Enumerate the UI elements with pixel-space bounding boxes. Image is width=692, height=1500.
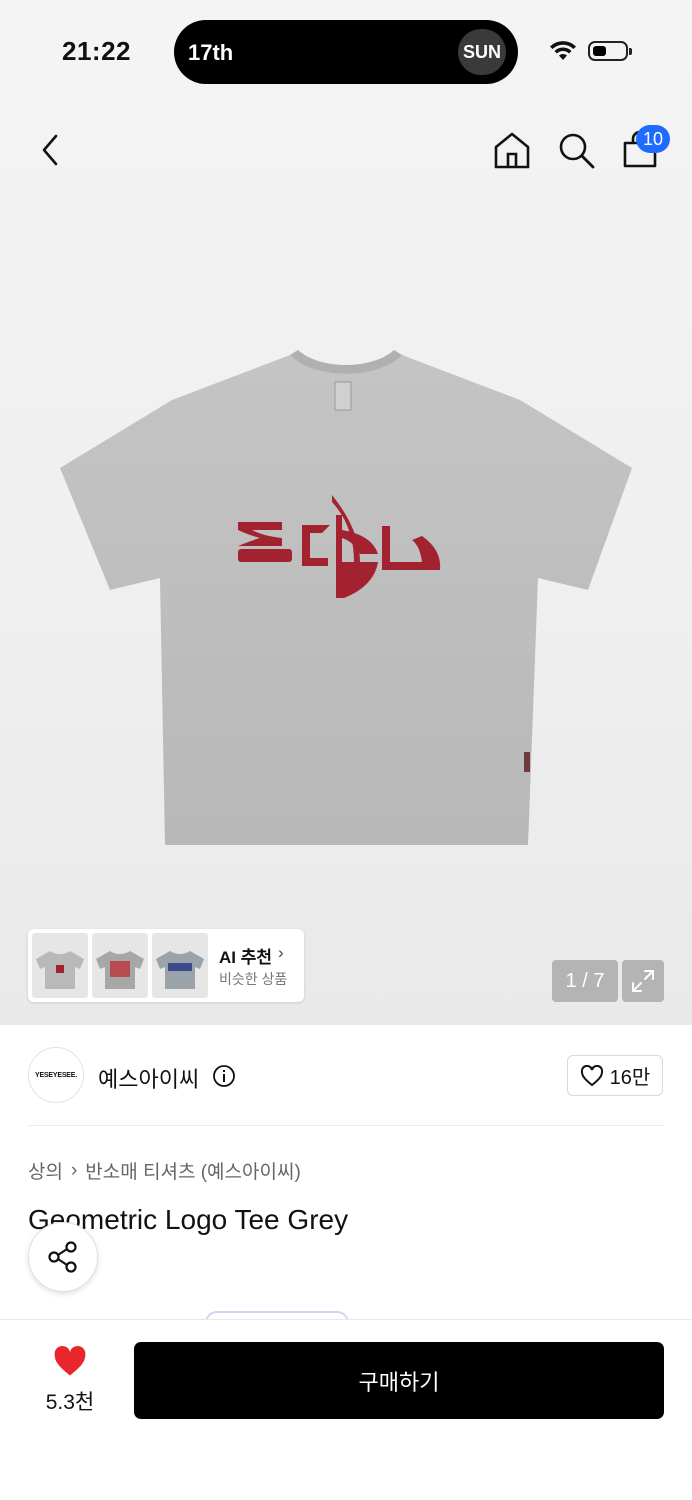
search-button[interactable] bbox=[554, 128, 598, 172]
thumbnail-3[interactable] bbox=[152, 933, 208, 998]
chevron-right-icon: › bbox=[278, 943, 284, 962]
thumbnail-2[interactable] bbox=[92, 933, 148, 998]
status-bar: 21:22 17th SUN bbox=[0, 0, 692, 100]
island-day-badge: SUN bbox=[458, 29, 506, 75]
brand-name[interactable]: 예스아이씨 bbox=[98, 1062, 199, 1094]
brand-like-count: 16만 bbox=[609, 1067, 651, 1089]
ai-recommend-title: AI 추천 bbox=[219, 948, 273, 967]
ai-recommend-subtitle: 비슷한 상품 bbox=[219, 971, 288, 987]
buy-button[interactable]: 구매하기 bbox=[134, 1342, 664, 1419]
chevron-left-icon bbox=[42, 134, 58, 166]
breadcrumb-category[interactable]: 상의 bbox=[28, 1157, 63, 1184]
expand-icon bbox=[632, 970, 654, 992]
island-date: 17th bbox=[188, 40, 234, 65]
brand-logo[interactable]: YESEYESEE. bbox=[28, 1047, 84, 1103]
heart-outline-icon bbox=[580, 1064, 603, 1086]
status-time: 21:22 bbox=[62, 36, 131, 66]
tshirt-body bbox=[60, 355, 632, 845]
battery-icon bbox=[588, 41, 632, 61]
neck-label bbox=[334, 381, 352, 411]
home-button[interactable] bbox=[490, 128, 534, 172]
image-pager: 1 / 7 bbox=[552, 960, 618, 1002]
share-icon bbox=[48, 1241, 77, 1273]
heart-filled-icon bbox=[54, 1345, 86, 1376]
wishlist-count: 5.3천 bbox=[45, 1391, 95, 1414]
expand-button[interactable] bbox=[622, 960, 664, 1002]
thumbnail-1[interactable] bbox=[32, 933, 88, 998]
breadcrumb-subcategory[interactable]: 반소매 티셔츠 (예스아이씨) bbox=[85, 1157, 301, 1184]
brand-like-button[interactable]: 16만 bbox=[567, 1055, 663, 1096]
back-button[interactable] bbox=[30, 130, 70, 170]
wishlist-button[interactable] bbox=[30, 1345, 110, 1382]
cart-count-badge: 10 bbox=[636, 125, 670, 153]
home-icon bbox=[494, 132, 530, 169]
info-icon[interactable] bbox=[212, 1064, 236, 1088]
side-tab bbox=[524, 752, 530, 772]
share-button[interactable] bbox=[28, 1222, 98, 1292]
search-icon bbox=[559, 133, 595, 169]
wifi-icon bbox=[550, 41, 576, 60]
product-image[interactable] bbox=[60, 340, 632, 850]
breadcrumb: 상의 › 반소매 티셔츠 (예스아이씨) bbox=[28, 1157, 301, 1184]
chevron-right-icon: › bbox=[70, 1159, 78, 1181]
divider bbox=[28, 1125, 664, 1126]
ai-recommend-strip[interactable]: AI 추천 › 비슷한 상품 bbox=[28, 929, 304, 1002]
dynamic-island[interactable]: 17th SUN bbox=[174, 20, 518, 84]
